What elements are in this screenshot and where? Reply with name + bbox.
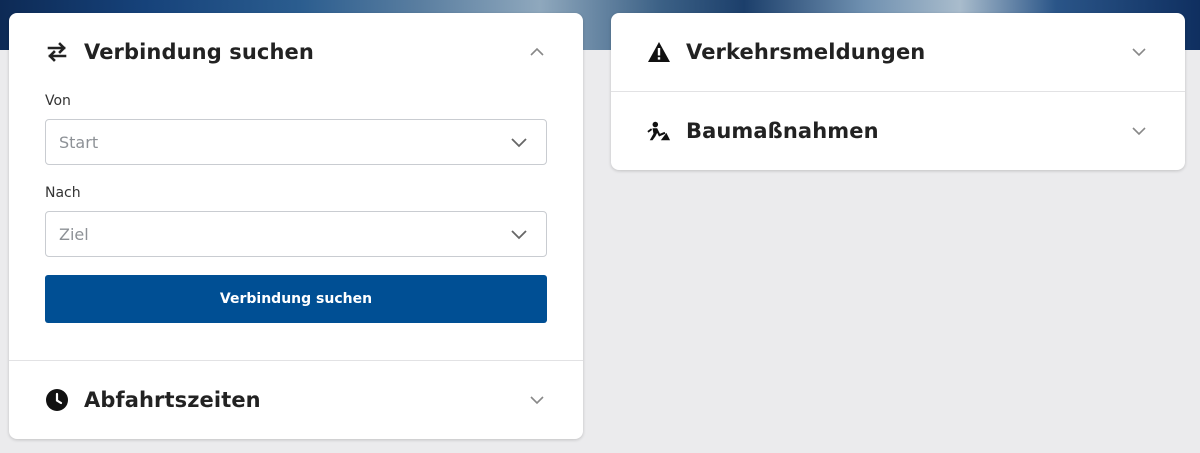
to-label: Nach (45, 185, 81, 201)
traffic-title: Verkehrsmeldungen (686, 40, 926, 64)
info-card: Verkehrsmeldungen Baumaßnahmen (611, 13, 1185, 170)
construction-title: Baumaßnahmen (686, 119, 879, 143)
from-label: Von (45, 93, 71, 109)
chevron-down-icon[interactable] (1131, 44, 1147, 60)
search-connection-button[interactable]: Verbindung suchen (45, 275, 547, 323)
chevron-down-icon (510, 135, 528, 149)
warning-icon (647, 40, 671, 64)
chevron-up-icon[interactable] (529, 44, 545, 60)
clock-icon (45, 388, 69, 412)
chevron-down-icon[interactable] (529, 392, 545, 408)
traffic-section-header[interactable]: Verkehrsmeldungen (611, 13, 1185, 91)
construction-section-header[interactable]: Baumaßnahmen (611, 92, 1185, 170)
departures-section-header[interactable]: Abfahrtszeiten (9, 361, 583, 439)
chevron-down-icon[interactable] (1131, 123, 1147, 139)
to-placeholder: Ziel (59, 225, 89, 244)
to-select[interactable]: Ziel (45, 211, 547, 257)
connection-section-header[interactable]: Verbindung suchen (9, 13, 583, 91)
departures-title: Abfahrtszeiten (84, 388, 261, 412)
connection-card: Verbindung suchen Von Start Nach Ziel Ve… (9, 13, 583, 439)
construction-worker-icon (647, 119, 671, 143)
from-select[interactable]: Start (45, 119, 547, 165)
chevron-down-icon (510, 227, 528, 241)
swap-arrows-icon (45, 40, 69, 64)
connection-title: Verbindung suchen (84, 40, 314, 64)
from-placeholder: Start (59, 133, 99, 152)
